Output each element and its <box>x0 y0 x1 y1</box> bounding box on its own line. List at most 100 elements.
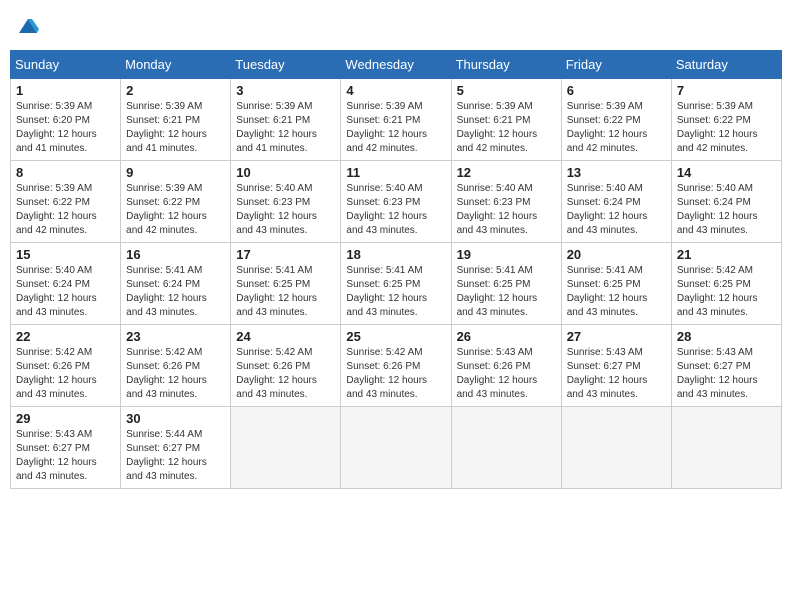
calendar-cell: 10 Sunrise: 5:40 AMSunset: 6:23 PMDayligh… <box>231 161 341 243</box>
day-number: 20 <box>567 247 666 262</box>
calendar-cell: 17 Sunrise: 5:41 AMSunset: 6:25 PMDayligh… <box>231 243 341 325</box>
calendar-cell: 5 Sunrise: 5:39 AMSunset: 6:21 PMDaylight… <box>451 79 561 161</box>
day-number: 9 <box>126 165 225 180</box>
logo <box>15 15 39 42</box>
calendar-cell <box>451 407 561 489</box>
day-number: 29 <box>16 411 115 426</box>
day-info: Sunrise: 5:39 AMSunset: 6:21 PMDaylight:… <box>126 100 225 156</box>
weekday-sunday: Sunday <box>11 51 121 79</box>
day-info: Sunrise: 5:43 AMSunset: 6:27 PMDaylight:… <box>16 428 115 484</box>
day-info: Sunrise: 5:39 AMSunset: 6:20 PMDaylight:… <box>16 100 115 156</box>
day-number: 14 <box>677 165 776 180</box>
day-info: Sunrise: 5:41 AMSunset: 6:25 PMDaylight:… <box>457 264 556 320</box>
day-info: Sunrise: 5:43 AMSunset: 6:27 PMDaylight:… <box>677 346 776 402</box>
weekday-friday: Friday <box>561 51 671 79</box>
day-number: 18 <box>346 247 445 262</box>
day-info: Sunrise: 5:42 AMSunset: 6:26 PMDaylight:… <box>346 346 445 402</box>
day-number: 1 <box>16 83 115 98</box>
day-info: Sunrise: 5:42 AMSunset: 6:26 PMDaylight:… <box>126 346 225 402</box>
day-number: 13 <box>567 165 666 180</box>
calendar-cell: 29 Sunrise: 5:43 AMSunset: 6:27 PMDayligh… <box>11 407 121 489</box>
day-info: Sunrise: 5:42 AMSunset: 6:25 PMDaylight:… <box>677 264 776 320</box>
calendar-cell: 27 Sunrise: 5:43 AMSunset: 6:27 PMDayligh… <box>561 325 671 407</box>
calendar-cell: 1 Sunrise: 5:39 AMSunset: 6:20 PMDaylight… <box>11 79 121 161</box>
calendar-cell: 24 Sunrise: 5:42 AMSunset: 6:26 PMDayligh… <box>231 325 341 407</box>
calendar-cell: 14 Sunrise: 5:40 AMSunset: 6:24 PMDayligh… <box>671 161 781 243</box>
week-row-4: 22 Sunrise: 5:42 AMSunset: 6:26 PMDayligh… <box>11 325 782 407</box>
day-number: 12 <box>457 165 556 180</box>
week-row-5: 29 Sunrise: 5:43 AMSunset: 6:27 PMDayligh… <box>11 407 782 489</box>
calendar-cell: 2 Sunrise: 5:39 AMSunset: 6:21 PMDaylight… <box>121 79 231 161</box>
day-number: 10 <box>236 165 335 180</box>
day-info: Sunrise: 5:43 AMSunset: 6:26 PMDaylight:… <box>457 346 556 402</box>
day-info: Sunrise: 5:39 AMSunset: 6:22 PMDaylight:… <box>126 182 225 238</box>
day-number: 21 <box>677 247 776 262</box>
day-info: Sunrise: 5:40 AMSunset: 6:24 PMDaylight:… <box>567 182 666 238</box>
calendar-table: SundayMondayTuesdayWednesdayThursdayFrid… <box>10 50 782 489</box>
weekday-thursday: Thursday <box>451 51 561 79</box>
day-info: Sunrise: 5:40 AMSunset: 6:23 PMDaylight:… <box>457 182 556 238</box>
calendar-cell: 16 Sunrise: 5:41 AMSunset: 6:24 PMDayligh… <box>121 243 231 325</box>
calendar-cell: 21 Sunrise: 5:42 AMSunset: 6:25 PMDayligh… <box>671 243 781 325</box>
day-number: 17 <box>236 247 335 262</box>
day-info: Sunrise: 5:40 AMSunset: 6:24 PMDaylight:… <box>16 264 115 320</box>
day-info: Sunrise: 5:40 AMSunset: 6:23 PMDaylight:… <box>236 182 335 238</box>
day-number: 2 <box>126 83 225 98</box>
day-info: Sunrise: 5:42 AMSunset: 6:26 PMDaylight:… <box>16 346 115 402</box>
day-info: Sunrise: 5:43 AMSunset: 6:27 PMDaylight:… <box>567 346 666 402</box>
calendar-cell <box>341 407 451 489</box>
day-info: Sunrise: 5:39 AMSunset: 6:21 PMDaylight:… <box>457 100 556 156</box>
day-number: 30 <box>126 411 225 426</box>
weekday-wednesday: Wednesday <box>341 51 451 79</box>
calendar-cell: 13 Sunrise: 5:40 AMSunset: 6:24 PMDayligh… <box>561 161 671 243</box>
calendar-cell: 8Sunrise: 5:39 AMSunset: 6:22 PMDaylight… <box>11 161 121 243</box>
day-number: 27 <box>567 329 666 344</box>
day-number: 4 <box>346 83 445 98</box>
day-info: Sunrise: 5:39 AMSunset: 6:21 PMDaylight:… <box>236 100 335 156</box>
calendar-cell: 23 Sunrise: 5:42 AMSunset: 6:26 PMDayligh… <box>121 325 231 407</box>
calendar-cell: 18 Sunrise: 5:41 AMSunset: 6:25 PMDayligh… <box>341 243 451 325</box>
calendar-cell: 7 Sunrise: 5:39 AMSunset: 6:22 PMDaylight… <box>671 79 781 161</box>
day-info: Sunrise: 5:41 AMSunset: 6:25 PMDaylight:… <box>236 264 335 320</box>
day-number: 11 <box>346 165 445 180</box>
day-info: Sunrise: 5:41 AMSunset: 6:24 PMDaylight:… <box>126 264 225 320</box>
day-number: 25 <box>346 329 445 344</box>
day-info: Sunrise: 5:41 AMSunset: 6:25 PMDaylight:… <box>346 264 445 320</box>
day-number: 22 <box>16 329 115 344</box>
day-info: Sunrise: 5:42 AMSunset: 6:26 PMDaylight:… <box>236 346 335 402</box>
day-info: Sunrise: 5:41 AMSunset: 6:25 PMDaylight:… <box>567 264 666 320</box>
day-info: Sunrise: 5:44 AMSunset: 6:27 PMDaylight:… <box>126 428 225 484</box>
day-number: 5 <box>457 83 556 98</box>
day-number: 24 <box>236 329 335 344</box>
calendar-cell: 15 Sunrise: 5:40 AMSunset: 6:24 PMDayligh… <box>11 243 121 325</box>
day-number: 26 <box>457 329 556 344</box>
week-row-2: 8 Sunrise: 5:39 AMSunset: 6:22 PMDaylight… <box>11 161 782 243</box>
day-info: Sunrise: 5:40 AMSunset: 6:24 PMDaylight:… <box>677 182 776 238</box>
calendar-cell: 6Sunrise: 5:39 AMSunset: 6:22 PMDaylight… <box>561 79 671 161</box>
week-row-3: 15 Sunrise: 5:40 AMSunset: 6:24 PMDayligh… <box>11 243 782 325</box>
calendar-cell: 20 Sunrise: 5:41 AMSunset: 6:25 PMDayligh… <box>561 243 671 325</box>
day-info: Sunrise: 5:39 AMSunset: 6:22 PMDaylight:… <box>677 100 776 156</box>
calendar-cell: 30 Sunrise: 5:44 AMSunset: 6:27 PMDayligh… <box>121 407 231 489</box>
day-number: 19 <box>457 247 556 262</box>
calendar-cell <box>671 407 781 489</box>
week-row-1: 1 Sunrise: 5:39 AMSunset: 6:20 PMDaylight… <box>11 79 782 161</box>
day-number: 15 <box>16 247 115 262</box>
day-number: 16 <box>126 247 225 262</box>
day-info: Sunrise: 5:39 AMSunset: 6:21 PMDaylight:… <box>346 100 445 156</box>
day-info: Sunrise: 5:40 AMSunset: 6:23 PMDaylight:… <box>346 182 445 238</box>
calendar-cell: 9 Sunrise: 5:39 AMSunset: 6:22 PMDaylight… <box>121 161 231 243</box>
calendar-cell: 19 Sunrise: 5:41 AMSunset: 6:25 PMDayligh… <box>451 243 561 325</box>
day-number: 3 <box>236 83 335 98</box>
day-info: Sunrise: 5:39 AMSunset: 6:22 PMDaylight:… <box>567 100 666 156</box>
day-number: 7 <box>677 83 776 98</box>
weekday-saturday: Saturday <box>671 51 781 79</box>
calendar-cell: 4 Sunrise: 5:39 AMSunset: 6:21 PMDaylight… <box>341 79 451 161</box>
weekday-header-row: SundayMondayTuesdayWednesdayThursdayFrid… <box>11 51 782 79</box>
calendar-cell: 11 Sunrise: 5:40 AMSunset: 6:23 PMDayligh… <box>341 161 451 243</box>
calendar-cell <box>561 407 671 489</box>
calendar-cell: 28Sunrise: 5:43 AMSunset: 6:27 PMDayligh… <box>671 325 781 407</box>
calendar-cell: 22 Sunrise: 5:42 AMSunset: 6:26 PMDayligh… <box>11 325 121 407</box>
day-number: 8 <box>16 165 115 180</box>
day-number: 23 <box>126 329 225 344</box>
